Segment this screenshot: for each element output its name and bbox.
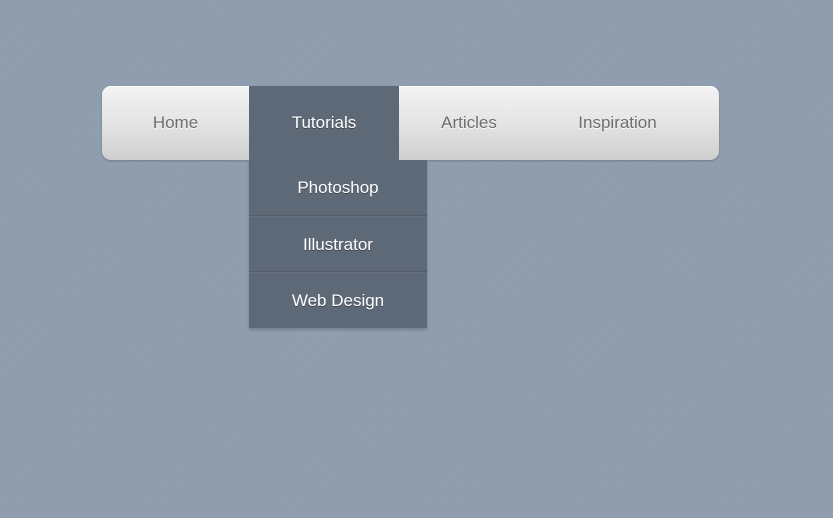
dropdown-item-illustrator[interactable]: Illustrator	[249, 216, 427, 272]
nav-item-articles[interactable]: Articles	[399, 86, 539, 160]
main-nav-bar: Home Tutorials Articles Inspiration	[102, 86, 719, 160]
nav-item-tutorials[interactable]: Tutorials	[249, 86, 399, 160]
tutorials-dropdown-menu: Photoshop Illustrator Web Design	[249, 160, 427, 328]
nav-item-home[interactable]: Home	[102, 86, 249, 160]
nav-item-inspiration[interactable]: Inspiration	[539, 86, 696, 160]
dropdown-item-web-design[interactable]: Web Design	[249, 272, 427, 328]
dropdown-item-photoshop[interactable]: Photoshop	[249, 160, 427, 216]
